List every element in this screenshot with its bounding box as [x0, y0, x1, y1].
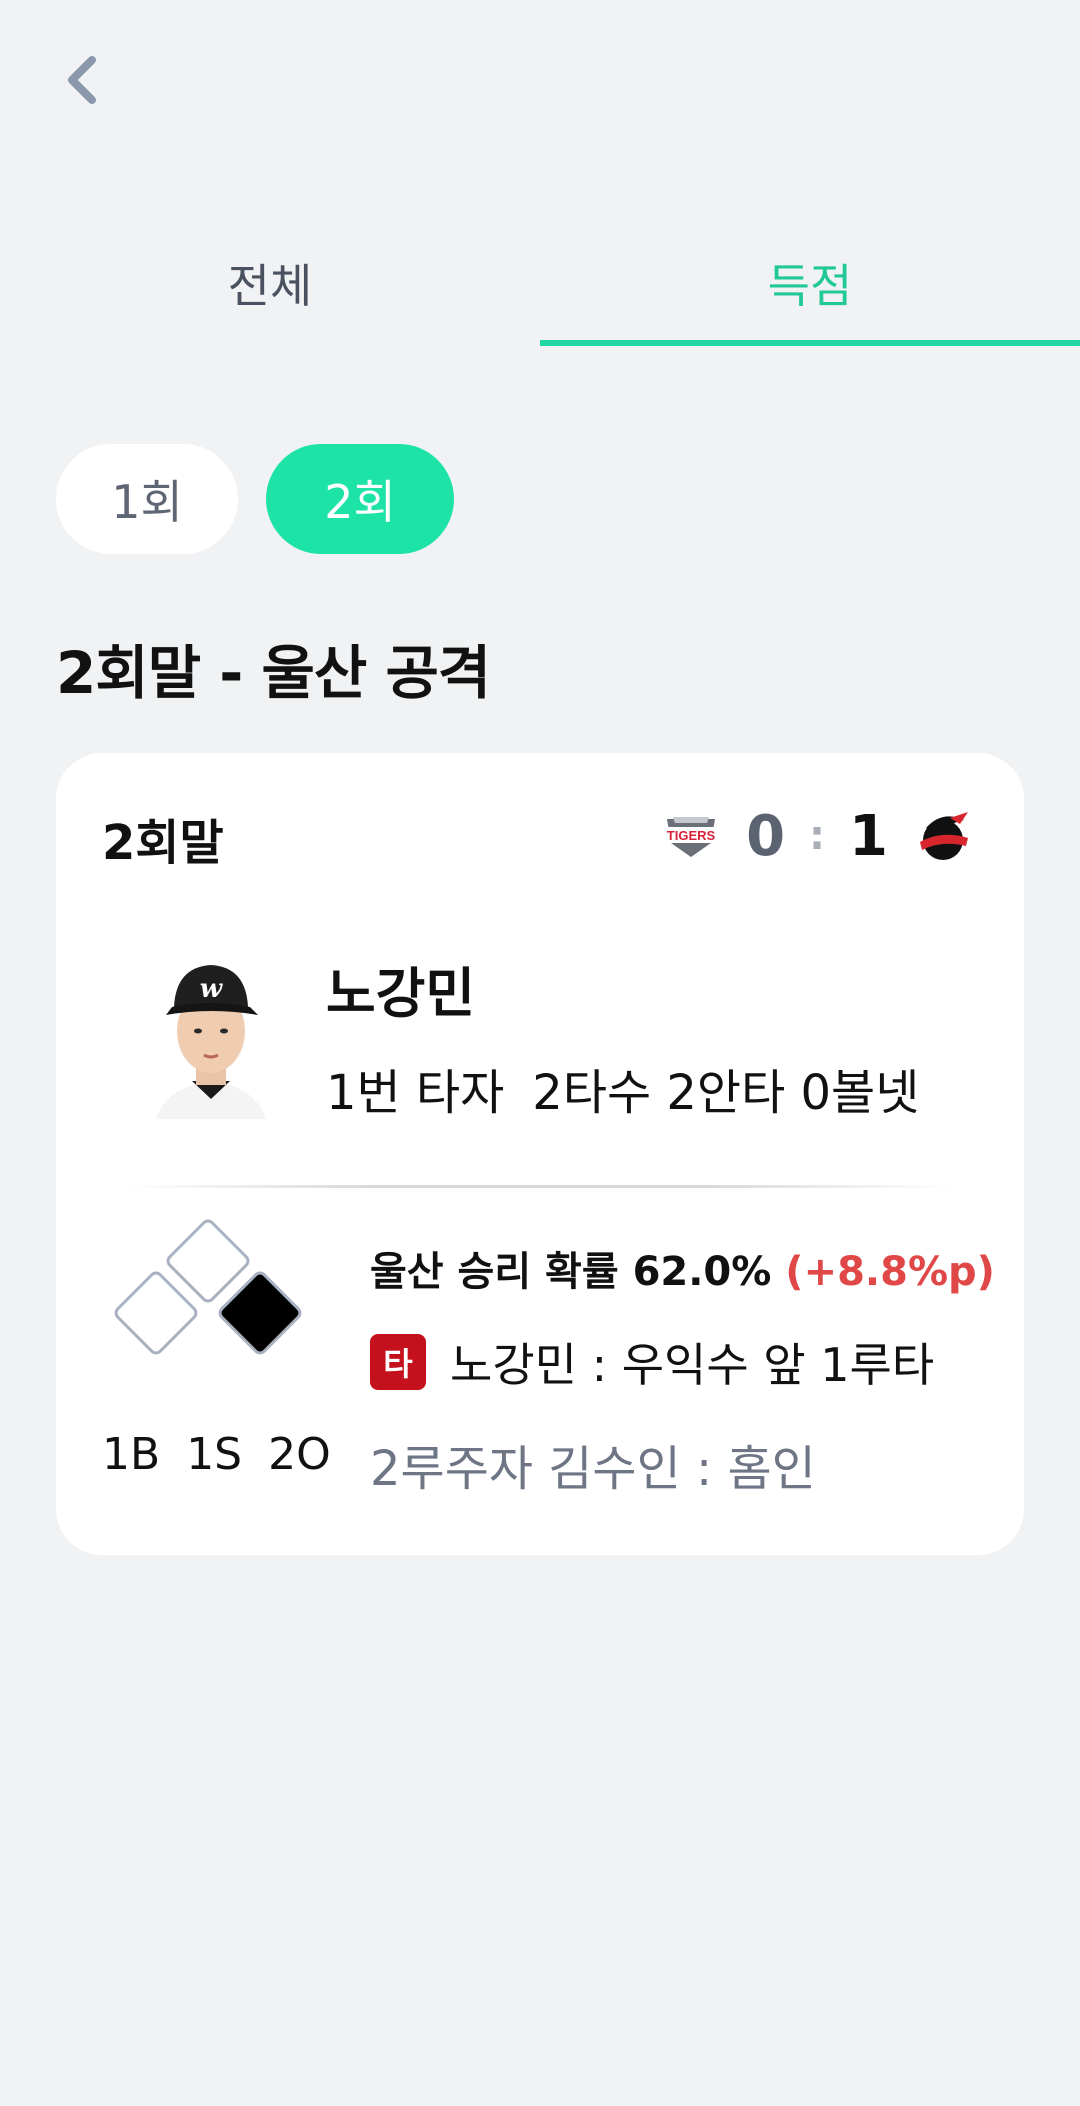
score-separator: :: [809, 813, 826, 859]
strikes-count: 1S: [186, 1429, 243, 1480]
play-description: 타 노강민 : 우익수 앞 1루타: [370, 1329, 934, 1395]
outs-count: 2O: [268, 1429, 331, 1480]
batter-badge: 타: [370, 1334, 426, 1390]
inning-pill-1[interactable]: 1회: [56, 444, 238, 554]
tab-bar: 전체 득점: [0, 230, 1080, 348]
win-probability-delta: (+8.8%p): [785, 1249, 995, 1295]
third-base-icon: [114, 1271, 198, 1355]
player-avatar: w: [126, 949, 296, 1119]
batting-record: 2타수 2안타 0볼넷: [532, 1065, 920, 1121]
section-title: 2회말 - 울산 공격: [56, 639, 491, 707]
balls-count: 1B: [102, 1429, 161, 1480]
score-event-card[interactable]: 2회말 TIGERS 0 : 1 w 노강민 1번 타자 2타수 2안타 0볼넷…: [56, 753, 1024, 1555]
inning-selector: 1회 2회: [56, 444, 454, 554]
svg-text:TIGERS: TIGERS: [667, 828, 716, 843]
active-tab-indicator: [540, 340, 1080, 346]
tab-score[interactable]: 득점: [540, 230, 1080, 348]
win-probability: 울산 승리 확률 62.0% (+8.8%p): [370, 1239, 995, 1297]
win-probability-text: 울산 승리 확률 62.0%: [370, 1249, 772, 1295]
runner-event: 2루주자 김수인 : 홈인: [370, 1441, 816, 1497]
away-score: 0: [746, 803, 786, 869]
base-diamond: [108, 1219, 308, 1379]
scoreboard: TIGERS 0 : 1: [660, 801, 974, 871]
tab-all[interactable]: 전체: [0, 230, 540, 348]
svg-text:w: w: [200, 974, 224, 1004]
ball-count: 1B 1S 2O: [102, 1429, 331, 1480]
play-text: 노강민 : 우익수 앞 1루타: [450, 1338, 935, 1392]
home-score: 1: [849, 803, 888, 869]
chevron-left-icon: [68, 56, 96, 104]
player-stats: 1번 타자 2타수 2안타 0볼넷: [326, 1053, 919, 1123]
tigers-logo-icon: TIGERS: [660, 805, 722, 867]
batting-order: 1번 타자: [326, 1065, 505, 1121]
whales-logo-icon: [912, 805, 974, 867]
first-base-icon: [218, 1271, 302, 1355]
player-name: 노강민: [326, 962, 476, 1025]
card-inning-label: 2회말: [102, 815, 224, 871]
divider: [126, 1185, 954, 1188]
back-button[interactable]: [52, 50, 112, 110]
inning-pill-2[interactable]: 2회: [266, 444, 454, 554]
